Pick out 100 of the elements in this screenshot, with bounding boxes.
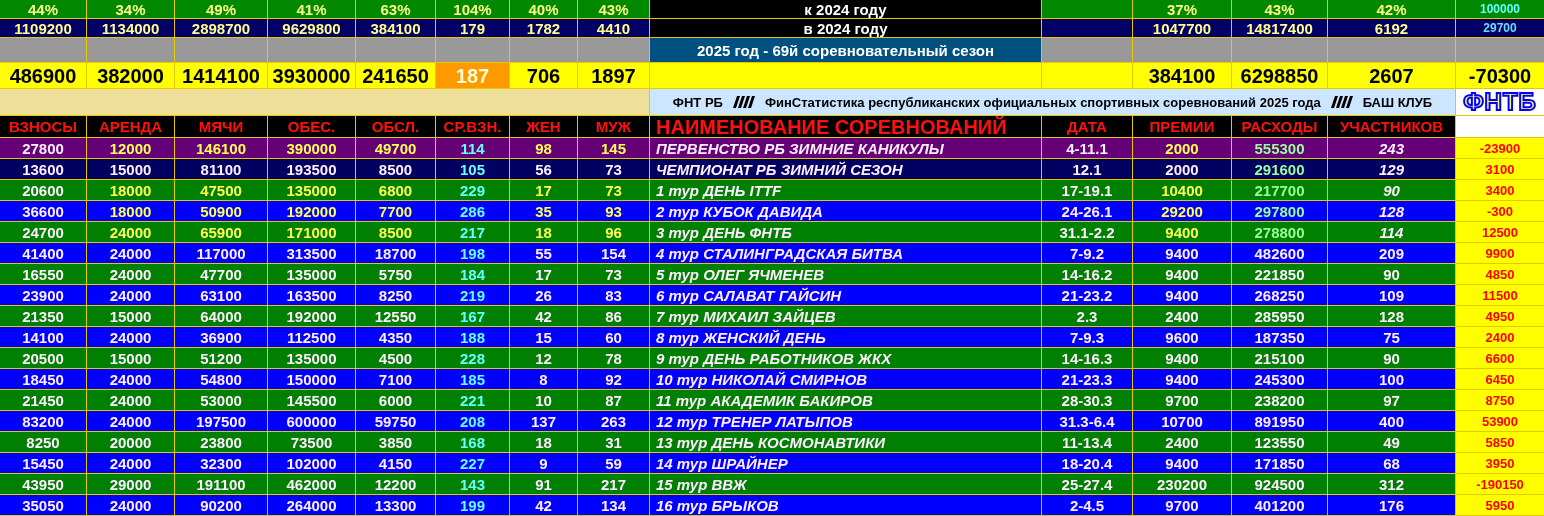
table-cell: 53900 <box>1456 411 1544 431</box>
table-cell: 10400 <box>1133 180 1231 200</box>
table-cell: 268250 <box>1232 285 1327 305</box>
table-cell: 24000 <box>87 327 174 347</box>
table-cell: 31.3-6.4 <box>1042 411 1132 431</box>
table-cell: 9400 <box>1133 264 1231 284</box>
table-cell: 221850 <box>1232 264 1327 284</box>
table-cell: 167 <box>436 306 509 326</box>
table-cell: 215100 <box>1232 348 1327 368</box>
table-cell: -300 <box>1456 201 1544 221</box>
table-cell: 3850 <box>356 432 435 452</box>
table-cell: 312 <box>1328 474 1455 494</box>
table-cell: 21450 <box>0 390 86 410</box>
table-cell: 37% <box>1133 0 1231 18</box>
logo-text: ФНТБ <box>1456 89 1544 115</box>
table-cell: 90 <box>1328 264 1455 284</box>
table-cell: 600000 <box>268 411 355 431</box>
table-cell: 9400 <box>1133 285 1231 305</box>
table-cell: 2400 <box>1133 306 1231 326</box>
table-cell: 8 <box>510 369 577 389</box>
row-label: к 2024 году <box>650 0 1041 18</box>
table-cell: 34% <box>87 0 174 18</box>
column-header: МЯЧИ <box>175 116 267 137</box>
table-cell: 104% <box>436 0 509 18</box>
column-header: УЧАСТНИКОВ <box>1328 116 1455 137</box>
table-cell: 29000 <box>87 474 174 494</box>
table-cell: 12200 <box>356 474 435 494</box>
table-cell: 24000 <box>87 222 174 242</box>
table-cell: 102000 <box>268 453 355 473</box>
table-cell: 15000 <box>87 348 174 368</box>
table-cell: 18-20.4 <box>1042 453 1132 473</box>
table-cell: 135000 <box>268 264 355 284</box>
table-cell: 10700 <box>1133 411 1231 431</box>
table-cell: 26 <box>510 285 577 305</box>
table-cell: 221 <box>436 390 509 410</box>
table-cell: 21-23.3 <box>1042 369 1132 389</box>
table-cell: 4500 <box>356 348 435 368</box>
table-cell: 134 <box>578 495 649 515</box>
table-cell: -190150 <box>1456 474 1544 494</box>
table-cell: 9700 <box>1133 390 1231 410</box>
table-cell: 145500 <box>268 390 355 410</box>
table-cell: 143 <box>436 474 509 494</box>
event-name: 9 тур ДЕНЬ РАБОТНИКОВ ЖКХ <box>650 348 1041 368</box>
table-cell: 217 <box>436 222 509 242</box>
table-cell: 243 <box>1328 138 1455 158</box>
table-cell: 2400 <box>1133 432 1231 452</box>
column-header: ОБСЛ. <box>356 116 435 137</box>
table-cell: 135000 <box>268 180 355 200</box>
table-cell: 184 <box>436 264 509 284</box>
table-cell: 40% <box>510 0 577 18</box>
table-cell: 179 <box>436 19 509 37</box>
table-cell: 263 <box>578 411 649 431</box>
table-cell: 18 <box>510 222 577 242</box>
table-cell: 241650 <box>356 63 435 88</box>
table-cell: 482600 <box>1232 243 1327 263</box>
table-cell: 6450 <box>1456 369 1544 389</box>
table-cell: 64000 <box>175 306 267 326</box>
table-cell: 185 <box>436 369 509 389</box>
table-cell: 1109200 <box>0 19 86 37</box>
table-cell: 97 <box>1328 390 1455 410</box>
table-cell: 382000 <box>87 63 174 88</box>
table-cell: 15000 <box>87 159 174 179</box>
table-cell: 28-30.3 <box>1042 390 1132 410</box>
table-cell: 90 <box>1328 348 1455 368</box>
table-cell: 24000 <box>87 411 174 431</box>
table-cell: 16550 <box>0 264 86 284</box>
table-cell: 245300 <box>1232 369 1327 389</box>
table-cell: 145 <box>578 138 649 158</box>
table-cell: 191100 <box>175 474 267 494</box>
table-cell: 6298850 <box>1232 63 1327 88</box>
table-cell: 7100 <box>356 369 435 389</box>
table-cell: 390000 <box>268 138 355 158</box>
table-cell: 73 <box>578 180 649 200</box>
table-cell: 35050 <box>0 495 86 515</box>
table-cell: 6000 <box>356 390 435 410</box>
table-cell: 197500 <box>175 411 267 431</box>
table-cell: 219 <box>436 285 509 305</box>
table-cell: 20500 <box>0 348 86 368</box>
table-cell: 192000 <box>268 201 355 221</box>
event-name: 14 тур ШРАЙНЕР <box>650 453 1041 473</box>
season-title: 2025 год - 69й соревновательный сезон <box>650 38 1041 62</box>
banner-text: ФинСтатистика республиканских официальных спортивных соревнований 2025 года <box>764 94 1321 110</box>
table-cell: 24-26.1 <box>1042 201 1132 221</box>
column-header: ПРЕМИИ <box>1133 116 1231 137</box>
table-cell: 228 <box>436 348 509 368</box>
table-cell: 706 <box>510 63 577 88</box>
table-cell: 24000 <box>87 495 174 515</box>
table-cell: 285950 <box>1232 306 1327 326</box>
table-cell: 217700 <box>1232 180 1327 200</box>
column-header: ЖЕН <box>510 116 577 137</box>
table-cell: 73500 <box>268 432 355 452</box>
table-cell: 163500 <box>268 285 355 305</box>
table-cell: 168 <box>436 432 509 452</box>
table-cell: 31 <box>578 432 649 452</box>
table-cell: 208 <box>436 411 509 431</box>
table-cell: 24000 <box>87 264 174 284</box>
table-cell: 49% <box>175 0 267 18</box>
table-cell: 9400 <box>1133 348 1231 368</box>
table-cell: 18000 <box>87 180 174 200</box>
table-cell: 31.1-2.2 <box>1042 222 1132 242</box>
